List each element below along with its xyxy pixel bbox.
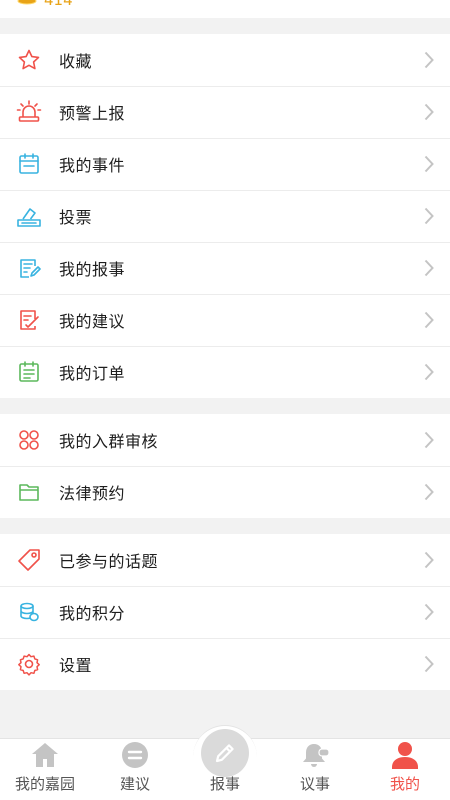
menu-item-label: 投票 [59, 208, 93, 227]
chevron-right-icon [424, 603, 434, 621]
menu-item-settings[interactable]: 设置 [0, 638, 450, 690]
chevron-right-icon [424, 155, 434, 173]
folder-icon [16, 479, 42, 505]
menu-group-main: 收藏 预警上报 我的事件 投票 我的报事 我的建议 我的订单 [0, 34, 450, 398]
alarm-light-icon [16, 99, 42, 125]
coin-stack-icon [16, 599, 42, 625]
menu-item-label: 收藏 [59, 52, 93, 71]
points-strip: 414 [0, 0, 450, 18]
menu-item-vote[interactable]: 投票 [0, 190, 450, 242]
order-list-icon [16, 359, 42, 385]
section-gap [0, 398, 450, 414]
menu-item-favorites[interactable]: 收藏 [0, 34, 450, 86]
chevron-right-icon [424, 259, 434, 277]
tab-label: 建议 [119, 775, 150, 793]
suggestion-edit-icon [16, 307, 42, 333]
tab-label: 我的 [389, 775, 420, 793]
chevron-right-icon [424, 551, 434, 569]
menu-item-topics[interactable]: 已参与的话题 [0, 534, 450, 586]
menu-item-my-reports[interactable]: 我的报事 [0, 242, 450, 294]
home-icon [30, 739, 60, 769]
chevron-right-icon [424, 207, 434, 225]
ballot-box-icon [16, 203, 42, 229]
menu-item-label: 我的积分 [59, 604, 126, 623]
section-gap [0, 18, 450, 34]
tab-mine[interactable]: 我的 [360, 739, 450, 800]
menu-item-legal-appointment[interactable]: 法律预约 [0, 466, 450, 518]
suggestion-bubble-icon [121, 739, 149, 769]
pencil-icon [201, 729, 249, 777]
bottom-tab-bar: 我的嘉园 建议 报事 议事 我的 [0, 725, 450, 800]
menu-item-label: 预警上报 [59, 104, 126, 123]
chevron-right-icon [424, 103, 434, 121]
calendar-icon [16, 151, 42, 177]
coin-stack-icon [17, 0, 37, 5]
chevron-right-icon [424, 431, 434, 449]
menu-item-label: 我的入群审核 [59, 432, 159, 451]
tab-report[interactable]: 报事 [180, 725, 270, 800]
menu-item-my-orders[interactable]: 我的订单 [0, 346, 450, 398]
tab-discussion[interactable]: 议事 [270, 739, 360, 800]
chevron-right-icon [424, 363, 434, 381]
menu-item-my-points[interactable]: 我的积分 [0, 586, 450, 638]
points-row[interactable]: 414 [16, 0, 73, 8]
menu-group-account: 已参与的话题 我的积分 设置 [0, 534, 450, 690]
star-icon [16, 47, 42, 73]
gear-icon [16, 651, 42, 677]
menu-item-label: 法律预约 [59, 484, 126, 503]
group-grid-icon [16, 427, 42, 453]
menu-item-label: 已参与的话题 [59, 552, 159, 571]
menu-item-alert-report[interactable]: 预警上报 [0, 86, 450, 138]
menu-item-my-events[interactable]: 我的事件 [0, 138, 450, 190]
section-gap [0, 518, 450, 534]
tab-label: 我的嘉园 [14, 775, 75, 793]
menu-item-label: 设置 [59, 656, 93, 675]
points-value: 414 [44, 0, 73, 9]
menu-group-services: 我的入群审核 法律预约 [0, 414, 450, 518]
menu-item-group-review[interactable]: 我的入群审核 [0, 414, 450, 466]
user-icon [390, 739, 420, 769]
menu-item-label: 我的订单 [59, 364, 126, 383]
chevron-right-icon [424, 655, 434, 673]
tab-suggestions[interactable]: 建议 [90, 739, 180, 800]
menu-item-label: 我的建议 [59, 312, 126, 331]
chevron-right-icon [424, 311, 434, 329]
tag-icon [16, 547, 42, 573]
tab-label: 报事 [209, 775, 240, 793]
menu-item-label: 我的事件 [59, 156, 126, 175]
chevron-right-icon [424, 51, 434, 69]
tab-home[interactable]: 我的嘉园 [0, 739, 90, 800]
bell-chat-icon [300, 739, 330, 769]
tab-label: 议事 [299, 775, 330, 793]
report-edit-icon [16, 255, 42, 281]
menu-item-label: 我的报事 [59, 260, 126, 279]
menu-item-my-suggestions[interactable]: 我的建议 [0, 294, 450, 346]
chevron-right-icon [424, 483, 434, 501]
